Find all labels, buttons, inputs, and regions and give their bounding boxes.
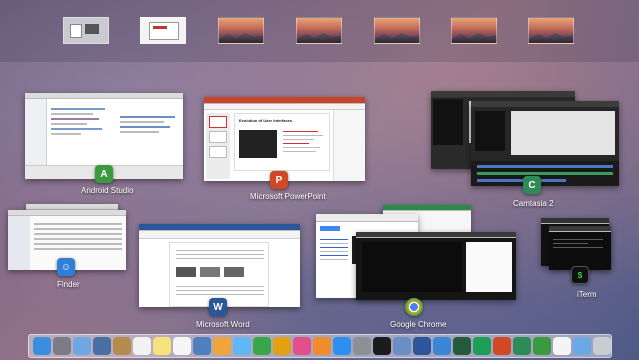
space-thumbnail[interactable] [528,17,574,44]
mail-icon[interactable] [73,337,91,355]
finder-icon: ☺ [57,258,75,276]
reminders-icon[interactable] [173,337,191,355]
android-studio-icon[interactable] [533,337,551,355]
trash-icon[interactable] [593,337,611,355]
window-label: Microsoft PowerPoint [250,192,326,201]
camtasia-window-2[interactable] [471,101,619,186]
space-thumbnail[interactable] [218,17,264,44]
space-thumbnail[interactable] [374,17,420,44]
word-window[interactable] [139,224,300,307]
dock [28,334,612,358]
iterm-icon: $ [571,266,589,284]
system-preferences-icon[interactable] [353,337,371,355]
space-thumbnail[interactable] [296,17,342,44]
calendar-icon[interactable] [133,337,151,355]
powerpoint-window[interactable]: Evolution of User Interfaces [204,97,365,181]
powerpoint-icon[interactable] [493,337,511,355]
window-label: Android Studio [81,186,134,195]
word-icon: W [209,298,227,316]
preview-icon[interactable] [113,337,131,355]
word-icon[interactable] [413,337,431,355]
window-label: iTerm [577,290,597,299]
window-label: Google Chrome [390,320,447,329]
app-store-icon[interactable] [333,337,351,355]
keynote-icon[interactable] [193,337,211,355]
messages-icon[interactable] [233,337,251,355]
space-thumbnail[interactable] [140,17,186,44]
space-thumbnail[interactable] [63,17,109,44]
chrome-window-terminal[interactable] [356,232,516,300]
finder-icon[interactable] [33,337,51,355]
photos-icon[interactable] [93,337,111,355]
camtasia-icon[interactable] [513,337,531,355]
itunes-icon[interactable] [293,337,311,355]
spaces-bar [0,0,639,62]
camtasia-dock-icon[interactable] [453,337,471,355]
android-studio-icon: A [95,165,113,183]
window-label: Camtasia 2 [513,199,554,208]
safari-icon[interactable] [433,337,451,355]
ibooks-icon[interactable] [313,337,331,355]
iterm-window[interactable] [549,226,611,270]
chrome-icon [405,298,423,316]
window-label: Finder [57,280,80,289]
terminal-icon[interactable] [373,337,391,355]
notes-icon[interactable] [153,337,171,355]
chrome-icon[interactable] [273,337,291,355]
document-icon[interactable] [553,337,571,355]
facetime-icon[interactable] [253,337,271,355]
hangouts-icon[interactable] [473,337,491,355]
powerpoint-icon: P [270,171,288,189]
launchpad-icon[interactable] [53,337,71,355]
finder-window-icon[interactable] [393,337,411,355]
camtasia-icon: C [523,176,541,194]
window-label: Microsoft Word [196,320,250,329]
space-thumbnail[interactable] [451,17,497,44]
slide-title: Evolution of User Interfaces [239,118,293,123]
photos-app-icon[interactable] [213,337,231,355]
folder-icon[interactable] [573,337,591,355]
